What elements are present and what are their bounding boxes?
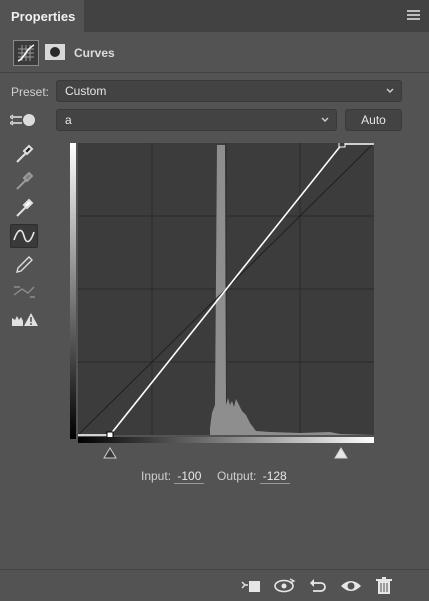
header-divider <box>0 72 429 73</box>
black-point-slider[interactable] <box>103 446 117 459</box>
panel-menu-icon[interactable] <box>407 10 420 21</box>
output-readout: Output: -128 <box>217 469 290 484</box>
input-gradient-bar <box>78 437 374 443</box>
output-value-field[interactable]: -128 <box>259 469 290 484</box>
chevron-down-icon <box>321 117 329 122</box>
white-point-eyedropper-icon[interactable] <box>10 196 38 220</box>
smooth-curve-icon[interactable] <box>10 279 38 303</box>
properties-tab[interactable]: Properties <box>0 0 84 32</box>
black-point-eyedropper-icon[interactable] <box>10 142 38 166</box>
pencil-draw-icon[interactable] <box>10 252 38 276</box>
on-image-adjustment-icon[interactable] <box>8 108 38 132</box>
output-label: Output: <box>217 469 257 483</box>
curves-adjustment-icon[interactable] <box>13 40 39 66</box>
preset-value: Custom <box>65 84 107 98</box>
channel-value: a <box>65 113 72 127</box>
reset-adjustment-icon[interactable] <box>305 576 329 596</box>
footer-divider <box>0 569 429 570</box>
input-value-field[interactable]: -100 <box>174 469 205 484</box>
delete-trash-icon[interactable] <box>372 576 396 596</box>
white-point-slider[interactable] <box>334 446 348 459</box>
gray-point-eyedropper-icon[interactable] <box>10 169 38 193</box>
output-gradient-bar <box>70 143 76 439</box>
curve-control-point[interactable] <box>338 143 346 148</box>
edit-points-curve-icon[interactable] <box>10 224 38 248</box>
view-previous-state-icon[interactable] <box>272 576 296 596</box>
channel-dropdown[interactable]: a <box>56 109 337 131</box>
input-readout: Input: -100 <box>141 469 205 484</box>
clipping-warning-icon[interactable] <box>10 308 38 332</box>
panel-tab-bar: Properties <box>0 0 429 32</box>
panel-title: Curves <box>74 46 115 60</box>
clip-to-layer-icon[interactable] <box>239 576 263 596</box>
input-label: Input: <box>141 469 172 483</box>
preset-dropdown[interactable]: Custom <box>56 80 402 102</box>
chevron-down-icon <box>386 88 394 93</box>
preset-label: Preset: <box>11 85 50 99</box>
layer-mask-icon[interactable] <box>44 43 66 61</box>
auto-button[interactable]: Auto <box>345 109 402 131</box>
toggle-visibility-eye-icon[interactable] <box>339 576 363 596</box>
curves-graph[interactable] <box>70 143 374 443</box>
